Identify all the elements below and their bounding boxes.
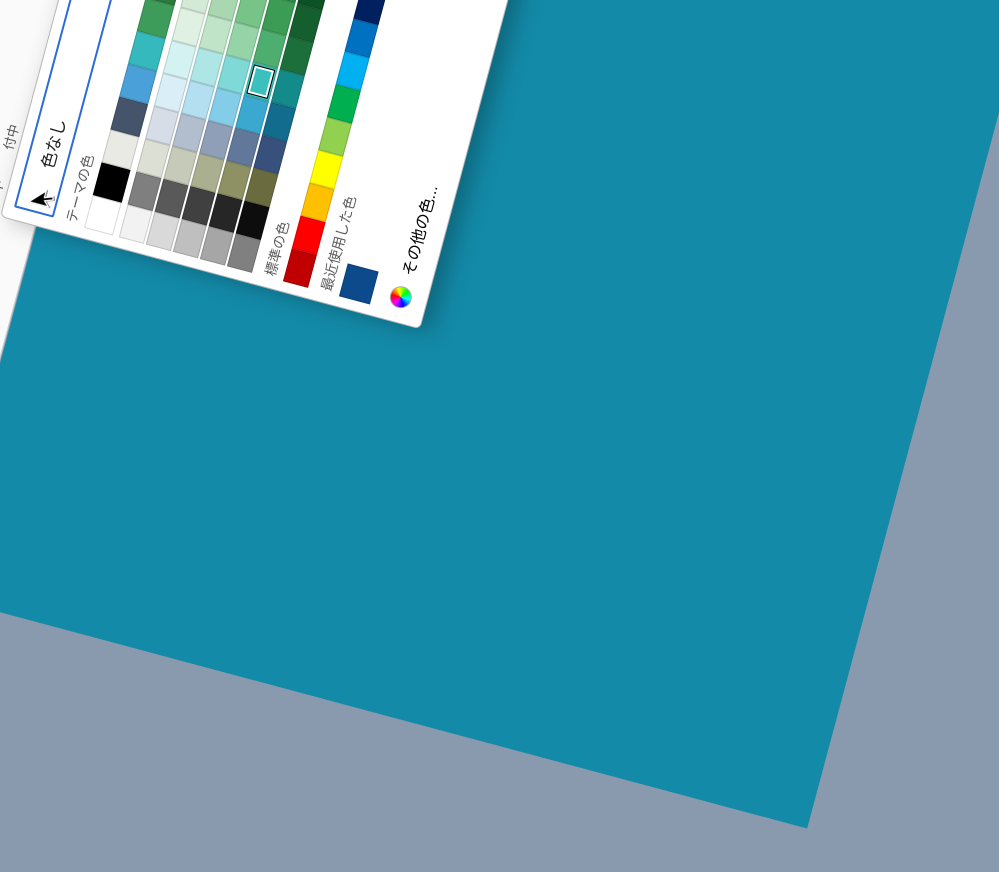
color-swatch[interactable] bbox=[336, 51, 370, 91]
more-colors-label: その他の色... bbox=[395, 182, 442, 278]
color-swatch[interactable] bbox=[309, 150, 343, 190]
color-wheel-icon bbox=[387, 284, 414, 311]
color-swatch[interactable] bbox=[327, 84, 361, 124]
color-swatch[interactable] bbox=[318, 117, 352, 157]
color-swatch[interactable] bbox=[301, 183, 335, 223]
color-swatch[interactable] bbox=[292, 216, 326, 256]
color-swatch[interactable] bbox=[339, 263, 379, 304]
color-swatch[interactable] bbox=[283, 248, 317, 288]
color-swatch[interactable] bbox=[345, 18, 379, 58]
